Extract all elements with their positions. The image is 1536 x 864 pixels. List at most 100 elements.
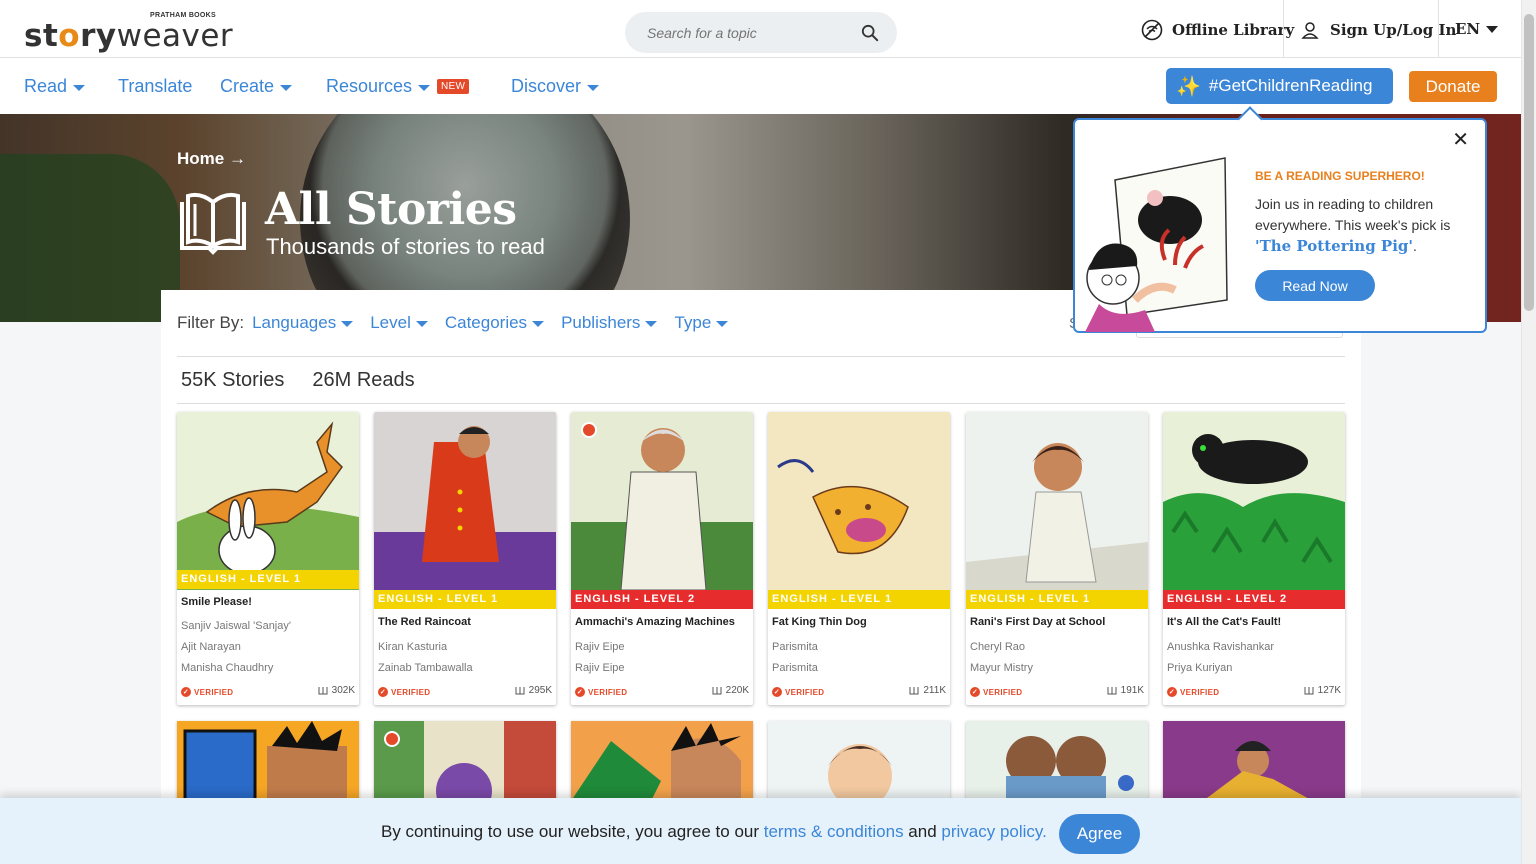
- story-title[interactable]: Ammachi's Amazing Machines: [575, 616, 735, 628]
- story-title[interactable]: Fat King Thin Dog: [772, 616, 867, 628]
- story-author[interactable]: Mayur Mistry: [970, 662, 1033, 674]
- campaign-label: #GetChildrenReading: [1208, 76, 1373, 95]
- search-icon[interactable]: [861, 24, 879, 42]
- nav-resources[interactable]: Resources: [326, 76, 431, 97]
- read-now-button[interactable]: Read Now: [1255, 270, 1375, 301]
- story-author[interactable]: Zainab Tambawalla: [378, 662, 473, 674]
- story-author[interactable]: Ajit Narayan: [181, 641, 241, 653]
- story-cover-image: [966, 412, 1148, 590]
- story-card[interactable]: ENGLISH - LEVEL 2 It's All the Cat's Faul…: [1163, 412, 1345, 705]
- story-author[interactable]: Manisha Chaudhry: [181, 662, 273, 674]
- chevron-down-icon: [716, 321, 729, 327]
- story-card[interactable]: [374, 721, 556, 801]
- verified-badge: ✓ VERIFIED: [181, 687, 233, 697]
- storyweaver-logo[interactable]: PRATHAM BOOKS storyweaver: [24, 10, 233, 54]
- story-card[interactable]: [1163, 721, 1345, 801]
- story-card[interactable]: [571, 721, 753, 801]
- filter-languages[interactable]: Languages: [252, 313, 354, 333]
- story-card[interactable]: [177, 721, 359, 801]
- terms-link[interactable]: terms & conditions: [764, 822, 904, 841]
- level-label: ENGLISH - LEVEL 1: [374, 590, 556, 609]
- verified-label: VERIFIED: [194, 687, 234, 697]
- verified-badge: ✓ VERIFIED: [575, 687, 627, 697]
- divider: [1438, 0, 1439, 57]
- story-author[interactable]: Cheryl Rao: [970, 641, 1025, 653]
- nav-translate[interactable]: Translate: [118, 76, 192, 97]
- scrollbar-thumb[interactable]: [1524, 14, 1534, 311]
- scrollbar[interactable]: [1521, 0, 1536, 864]
- story-title[interactable]: It's All the Cat's Fault!: [1167, 616, 1281, 628]
- book-icon: [1304, 687, 1314, 695]
- story-author[interactable]: Priya Kuriyan: [1167, 662, 1232, 674]
- offline-library-link[interactable]: Offline Library: [1141, 18, 1294, 42]
- story-cover-image: [374, 412, 556, 590]
- story-cover-image: [571, 412, 753, 590]
- divider: [177, 403, 1345, 404]
- get-children-reading-button[interactable]: ✨ #GetChildrenReading: [1166, 68, 1393, 104]
- top-bar: PRATHAM BOOKS storyweaver Offline Librar…: [0, 0, 1521, 58]
- story-author[interactable]: Kiran Kasturia: [378, 641, 447, 653]
- user-icon: [1301, 22, 1319, 39]
- book-icon: [515, 687, 525, 695]
- filter-label: Filter By:: [177, 313, 245, 332]
- read-count-value: 127K: [1317, 685, 1341, 696]
- read-count: 302K: [318, 685, 355, 696]
- nav-create[interactable]: Create: [220, 76, 293, 97]
- story-cover-image: [768, 412, 950, 590]
- story-card[interactable]: [768, 721, 950, 801]
- book-icon: [712, 687, 722, 695]
- signup-login-link[interactable]: Sign Up/Log In: [1300, 18, 1456, 42]
- read-count-value: 191K: [1120, 685, 1144, 696]
- read-count: 127K: [1304, 685, 1341, 696]
- story-author[interactable]: Parismita: [772, 662, 818, 674]
- story-card[interactable]: ENGLISH - LEVEL 1 Fat King Thin Dog Parism…: [768, 412, 950, 705]
- nav-read[interactable]: Read: [24, 76, 86, 97]
- read-count-value: 211K: [923, 685, 946, 696]
- story-card[interactable]: ENGLISH - LEVEL 1 The Red Raincoat Kiran K…: [374, 412, 556, 705]
- story-author[interactable]: Rajiv Eipe: [575, 662, 625, 674]
- read-count-value: 220K: [725, 685, 749, 696]
- breadcrumb-home[interactable]: Home: [177, 149, 224, 168]
- nav-discover[interactable]: Discover: [511, 76, 600, 97]
- filter-categories[interactable]: Categories: [445, 313, 545, 333]
- story-title[interactable]: Smile Please!: [181, 596, 252, 608]
- donate-button[interactable]: Donate: [1409, 71, 1497, 102]
- story-card[interactable]: ENGLISH - LEVEL 2 Ammachi's Amazing Machi…: [571, 412, 753, 705]
- reads-count: 26M Reads: [312, 369, 415, 391]
- language-selector[interactable]: EN: [1455, 20, 1499, 38]
- search-box[interactable]: [625, 12, 897, 53]
- story-author[interactable]: Sanjiv Jaiswal 'Sanjay': [181, 620, 291, 632]
- nav-discover-label: Discover: [511, 76, 582, 96]
- chevron-down-icon: [1486, 25, 1499, 33]
- story-card[interactable]: ENGLISH - LEVEL 1 Smile Please! Sanjiv Jai…: [177, 412, 359, 705]
- read-count: 220K: [712, 685, 749, 696]
- search-input[interactable]: [647, 22, 847, 44]
- story-author[interactable]: Parismita: [772, 641, 818, 653]
- story-author[interactable]: Anushka Ravishankar: [1167, 641, 1274, 653]
- story-title[interactable]: The Red Raincoat: [378, 616, 471, 628]
- filter-level[interactable]: Level: [370, 313, 428, 333]
- popup-body-text: Join us in reading to children everywher…: [1255, 196, 1451, 233]
- privacy-link[interactable]: privacy policy.: [941, 822, 1047, 841]
- filter-type[interactable]: Type: [674, 313, 729, 333]
- story-card[interactable]: [966, 721, 1148, 801]
- breadcrumb: Home →: [177, 149, 246, 169]
- story-cover-image: [177, 721, 359, 801]
- page-subtitle: Thousands of stories to read: [266, 234, 545, 259]
- story-cover-image: [1163, 721, 1345, 801]
- close-icon[interactable]: ✕: [1452, 127, 1469, 152]
- story-author[interactable]: Rajiv Eipe: [575, 641, 625, 653]
- verified-badge: ✓ VERIFIED: [772, 687, 824, 697]
- story-title[interactable]: Rani's First Day at School: [970, 616, 1105, 628]
- story-card[interactable]: ENGLISH - LEVEL 1 Rani's First Day at Sch…: [966, 412, 1148, 705]
- cookie-middle: and: [903, 822, 942, 841]
- verified-label: VERIFIED: [983, 687, 1023, 697]
- read-count-value: 302K: [331, 685, 355, 696]
- level-label: ENGLISH - LEVEL 2: [1163, 590, 1345, 609]
- chevron-down-icon: [587, 85, 600, 91]
- chevron-down-icon: [418, 85, 431, 91]
- popup-pick-title[interactable]: 'The Pottering Pig': [1255, 237, 1413, 255]
- level-label: ENGLISH - LEVEL 1: [768, 590, 950, 609]
- agree-button[interactable]: Agree: [1059, 814, 1140, 854]
- filter-publishers[interactable]: Publishers: [561, 313, 658, 333]
